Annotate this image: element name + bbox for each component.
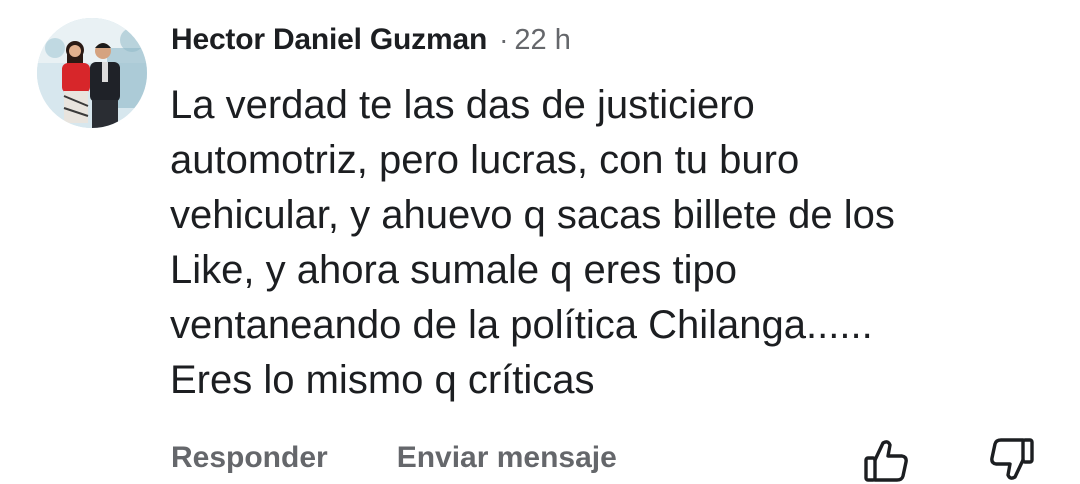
separator-dot: · [499,24,509,55]
comment-text-line: automotriz, pero lucras, con tu buro [170,138,800,182]
comment-text-line: Like, y ahora sumale q eres tipo [170,248,737,292]
avatar-photo [37,18,147,128]
thumbs-up-icon[interactable] [860,434,912,484]
comment-header: Hector Daniel Guzman · 22 h [171,20,571,60]
comment-actions: Responder Enviar mensaje [171,436,617,480]
comment-text: La verdad te las das de justiciero autom… [170,78,1050,408]
thumbs-down-icon[interactable] [986,434,1038,484]
comment-text-line: ventaneando de la política Chilanga.....… [170,303,873,347]
comment-text-line: Eres lo mismo q críticas [170,358,595,402]
avatar[interactable] [37,18,147,128]
comment-text-line: La verdad te las das de justiciero [170,83,755,127]
reply-button[interactable]: Responder [171,441,328,475]
author-name[interactable]: Hector Daniel Guzman [171,23,487,57]
comment-text-line: vehicular, y ahuevo q sacas billete de l… [170,193,895,237]
timestamp[interactable]: 22 h [514,24,570,57]
comment: Hector Daniel Guzman · 22 h La verdad te… [0,0,1080,484]
send-message-button[interactable]: Enviar mensaje [397,441,617,475]
